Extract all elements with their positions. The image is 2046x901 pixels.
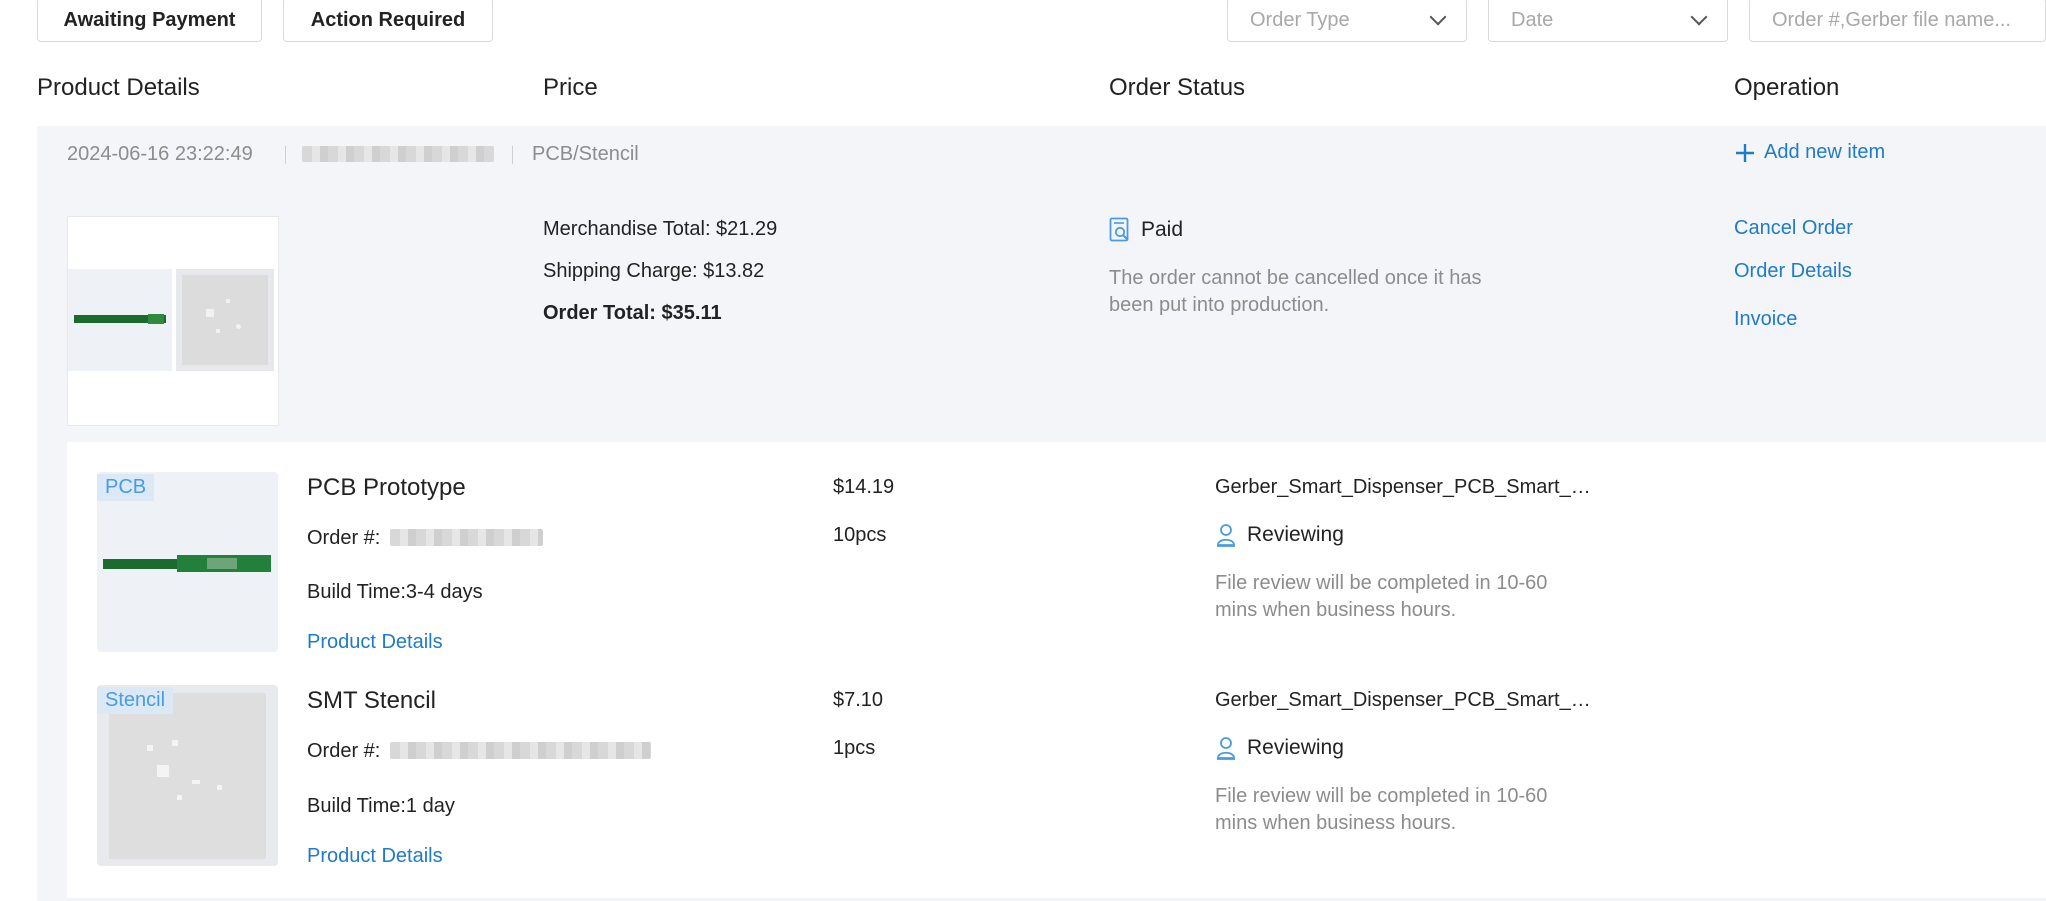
date-select[interactable]: Date [1488,0,1728,42]
column-header-price: Price [543,74,598,101]
stencil-quantity: 1pcs [833,737,876,759]
pcb-product-details-link[interactable]: Product Details [307,631,443,654]
stencil-badge: Stencil [97,687,174,714]
stencil-review-status: Reviewing [1215,736,1344,760]
redacted-stencil-order-number [390,742,651,759]
stencil-review-status-label: Reviewing [1247,736,1344,759]
order-type-select[interactable]: Order Type [1227,0,1467,42]
order-items-panel [67,442,2046,901]
invoice-link[interactable]: Invoice [1734,308,1797,331]
shipping-charge: Shipping Charge: $13.82 [543,260,765,282]
chevron-down-icon [1429,8,1447,26]
chevron-down-icon [1690,8,1708,26]
order-status-note: The order cannot be cancelled once it ha… [1109,267,1482,316]
stencil-build-time: Build Time:1 day [307,795,455,817]
pcb-item-title: PCB Prototype [307,474,466,501]
merchandise-total: Merchandise Total: $21.29 [543,218,778,240]
order-status: Paid [1109,217,1183,243]
pcb-price: $14.19 [833,476,895,498]
pcb-gerber-file-name[interactable]: Gerber_Smart_Dispenser_PCB_Smart_Dispens… [1215,476,1595,499]
person-review-icon [1217,524,1235,547]
meta-divider [285,146,286,164]
tab-action-required[interactable]: Action Required [283,0,493,42]
cancel-order-link[interactable]: Cancel Order [1734,217,1853,240]
pcb-review-status-label: Reviewing [1247,523,1344,546]
redacted-pcb-order-number [390,529,543,546]
order-search-field[interactable] [1749,0,2046,42]
stencil-product-details-link[interactable]: Product Details [307,845,443,868]
tab-awaiting-payment[interactable]: Awaiting Payment [37,0,262,42]
pcb-review-note: File review will be completed in 10-60 m… [1215,572,1548,621]
order-total: Order Total: $35.11 [543,302,722,324]
pcb-badge: PCB [97,474,155,501]
meta-divider [512,146,513,164]
plus-icon [1736,143,1754,162]
person-review-icon [1217,737,1235,760]
pcb-preview [68,269,172,371]
stencil-order-number-label: Order #: [307,740,381,762]
add-new-item-link[interactable]: Add new item [1734,141,1885,164]
order-preview-image [67,216,279,426]
stencil-gerber-file-name[interactable]: Gerber_Smart_Dispenser_PCB_Smart_Dispens… [1215,689,1595,712]
redacted-order-id [302,146,494,162]
receipt-search-icon [1109,217,1129,242]
add-new-item-label: Add new item [1764,141,1886,163]
pcb-order-number-label: Order #: [307,527,381,549]
order-timestamp: 2024-06-16 23:22:49 [67,143,253,165]
stencil-preview [176,269,274,371]
order-type-placeholder: Order Type [1250,8,1350,31]
order-category: PCB/Stencil [532,143,639,165]
date-placeholder: Date [1511,8,1554,31]
column-header-operation: Operation [1734,74,1840,101]
order-status-label: Paid [1141,218,1184,241]
order-details-link[interactable]: Order Details [1734,260,1852,283]
stencil-price: $7.10 [833,689,884,711]
column-header-product-details: Product Details [37,74,200,101]
column-header-order-status: Order Status [1109,74,1246,101]
order-search-input[interactable] [1772,8,2037,32]
pcb-build-time: Build Time:3-4 days [307,581,483,603]
pcb-quantity: 10pcs [833,524,887,546]
pcb-review-status: Reviewing [1215,523,1344,547]
stencil-item-title: SMT Stencil [307,687,436,714]
stencil-review-note: File review will be completed in 10-60 m… [1215,785,1548,834]
